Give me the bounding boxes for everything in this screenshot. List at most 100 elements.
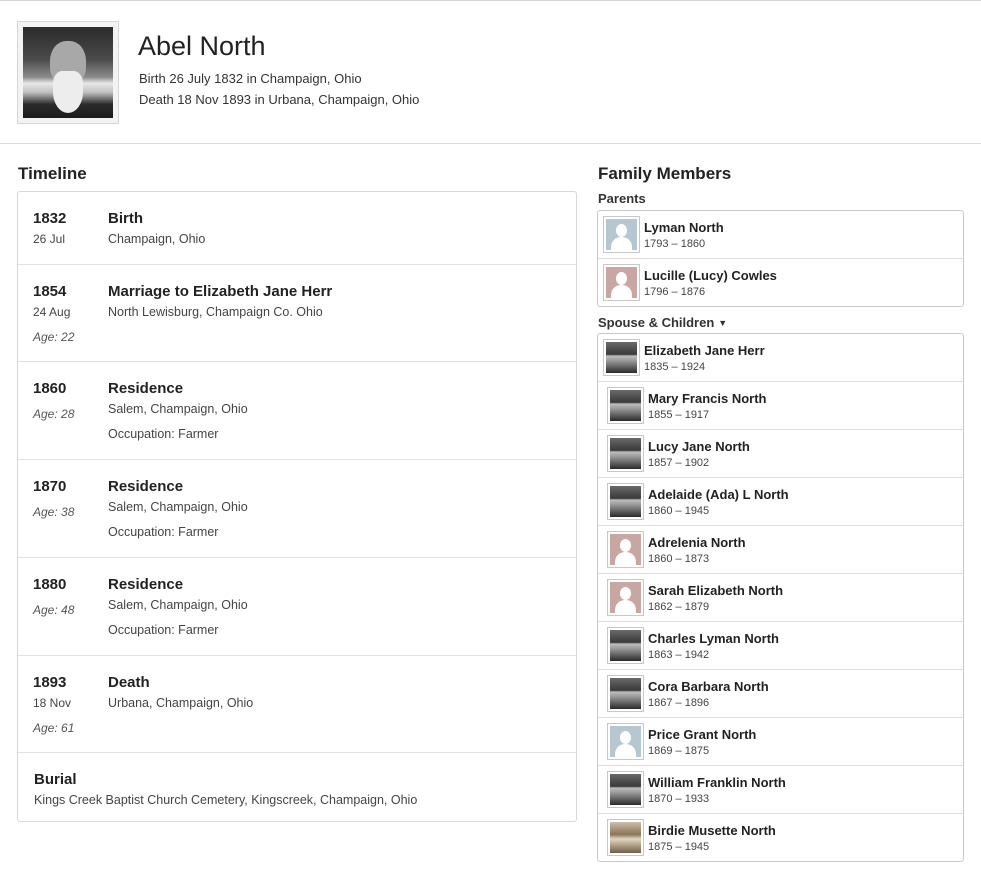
parent-item[interactable]: Lyman North 1793 – 1860 — [598, 211, 963, 259]
member-dates: 1835 – 1924 — [644, 361, 706, 373]
spouse-children-toggle[interactable]: Spouse & Children ▼ — [598, 315, 727, 330]
event-place: Salem, Champaign, Ohio — [108, 402, 248, 416]
child-item[interactable]: Mary Francis North 1855 – 1917 — [598, 382, 963, 430]
member-name: Cora Barbara North — [648, 679, 769, 694]
spouse-children-list: Elizabeth Jane Herr 1835 – 1924 Mary Fra… — [597, 333, 964, 862]
event-title[interactable]: Marriage to Elizabeth Jane Herr — [108, 283, 332, 300]
member-name: Mary Francis North — [648, 391, 767, 406]
birth-summary: Birth 26 July 1832 in Champaign, Ohio — [139, 71, 362, 86]
member-name: Lucille (Lucy) Cowles — [644, 268, 777, 283]
event-place: North Lewisburg, Champaign Co. Ohio — [108, 305, 323, 319]
person-header: Abel North Birth 26 July 1832 in Champai… — [0, 1, 981, 144]
event-occupation: Occupation: Farmer — [108, 427, 219, 441]
member-dates: 1867 – 1896 — [648, 697, 710, 709]
event-occupation: Occupation: Farmer — [108, 525, 219, 539]
member-dates: 1796 – 1876 — [644, 286, 706, 298]
parents-label: Parents — [598, 191, 646, 206]
event-age: Age: 28 — [33, 407, 75, 421]
event-title: Residence — [108, 576, 184, 593]
event-place: Champaign, Ohio — [108, 232, 206, 246]
event-year: 1880 — [33, 576, 67, 593]
timeline-event-residence-1860[interactable]: 1860 Age: 28 Residence Salem, Champaign,… — [18, 362, 576, 460]
photo-thumbnail — [607, 627, 644, 664]
member-dates: 1863 – 1942 — [648, 649, 710, 661]
photo-thumbnail — [607, 387, 644, 424]
event-age: Age: 38 — [33, 505, 75, 519]
photo-thumbnail — [603, 339, 640, 376]
caret-down-icon: ▼ — [718, 318, 728, 328]
event-title: Residence — [108, 380, 184, 397]
member-dates: 1855 – 1917 — [648, 409, 710, 421]
child-item[interactable]: William Franklin North 1870 – 1933 — [598, 766, 963, 814]
child-item[interactable]: Cora Barbara North 1867 – 1896 — [598, 670, 963, 718]
portrait-beard — [53, 71, 83, 113]
timeline-event-birth[interactable]: 1832 26 Jul Birth Champaign, Ohio — [18, 192, 576, 265]
member-dates: 1857 – 1902 — [648, 457, 710, 469]
female-silhouette-icon — [603, 264, 640, 301]
child-item[interactable]: Charles Lyman North 1863 – 1942 — [598, 622, 963, 670]
timeline-heading: Timeline — [18, 164, 87, 183]
event-date: 18 Nov — [33, 696, 72, 710]
photo-thumbnail — [607, 771, 644, 808]
timeline-event-burial[interactable]: Burial Kings Creek Baptist Church Cemete… — [18, 753, 576, 821]
child-item[interactable]: Birdie Musette North 1875 – 1945 — [598, 814, 963, 862]
member-name: Price Grant North — [648, 727, 757, 742]
timeline-event-marriage[interactable]: 1854 24 Aug Age: 22 Marriage to Elizabet… — [18, 265, 576, 362]
member-name: Sarah Elizabeth North — [648, 583, 784, 598]
female-silhouette-icon — [607, 531, 644, 568]
event-year: 1893 — [33, 674, 67, 691]
event-year: 1870 — [33, 478, 67, 495]
member-dates: 1860 – 1945 — [648, 505, 710, 517]
event-place: Salem, Champaign, Ohio — [108, 598, 248, 612]
member-name: Elizabeth Jane Herr — [644, 343, 765, 358]
photo-thumbnail — [607, 819, 644, 856]
burial-place: Kings Creek Baptist Church Cemetery, Kin… — [34, 793, 418, 807]
event-title: Residence — [108, 478, 184, 495]
spouse-children-label: Spouse & Children — [598, 315, 715, 330]
timeline-event-death[interactable]: 1893 18 Nov Age: 61 Death Urbana, Champa… — [18, 656, 576, 753]
photo-thumbnail — [607, 675, 644, 712]
photo-thumbnail — [607, 483, 644, 520]
member-name: Adelaide (Ada) L North — [648, 487, 789, 502]
death-summary: Death 18 Nov 1893 in Urbana, Champaign, … — [139, 92, 420, 107]
child-item[interactable]: Lucy Jane North 1857 – 1902 — [598, 430, 963, 478]
event-place: Salem, Champaign, Ohio — [108, 500, 248, 514]
member-dates: 1860 – 1873 — [648, 553, 710, 565]
child-item[interactable]: Adelaide (Ada) L North 1860 – 1945 — [598, 478, 963, 526]
member-name: Adrelenia North — [648, 535, 746, 550]
child-item[interactable]: Price Grant North 1869 – 1875 — [598, 718, 963, 766]
event-year: 1854 — [33, 283, 67, 300]
event-title: Death — [108, 674, 150, 691]
child-item[interactable]: Sarah Elizabeth North 1862 – 1879 — [598, 574, 963, 622]
person-portrait[interactable] — [17, 21, 119, 124]
timeline-event-residence-1870[interactable]: 1870 Age: 38 Residence Salem, Champaign,… — [18, 460, 576, 558]
male-silhouette-icon — [603, 216, 640, 253]
photo-thumbnail — [607, 435, 644, 472]
event-occupation: Occupation: Farmer — [108, 623, 219, 637]
member-name: William Franklin North — [648, 775, 786, 790]
portrait-image — [23, 27, 113, 118]
event-age: Age: 48 — [33, 603, 75, 617]
event-year: 1860 — [33, 380, 67, 397]
parent-item[interactable]: Lucille (Lucy) Cowles 1796 – 1876 — [598, 259, 963, 307]
event-date: 24 Aug — [33, 305, 71, 319]
burial-title: Burial — [34, 771, 77, 788]
member-dates: 1870 – 1933 — [648, 793, 710, 805]
event-place: Urbana, Champaign, Ohio — [108, 696, 254, 710]
timeline-event-residence-1880[interactable]: 1880 Age: 48 Residence Salem, Champaign,… — [18, 558, 576, 656]
member-name: Charles Lyman North — [648, 631, 779, 646]
member-dates: 1862 – 1879 — [648, 601, 710, 613]
member-name: Birdie Musette North — [648, 823, 776, 838]
member-dates: 1875 – 1945 — [648, 841, 710, 853]
member-dates: 1869 – 1875 — [648, 745, 710, 757]
member-name: Lucy Jane North — [648, 439, 750, 454]
female-silhouette-icon — [607, 579, 644, 616]
male-silhouette-icon — [607, 723, 644, 760]
event-age: Age: 61 — [33, 721, 75, 735]
event-age: Age: 22 — [33, 330, 75, 344]
family-members-heading: Family Members — [598, 164, 732, 183]
timeline-panel: 1832 26 Jul Birth Champaign, Ohio 1854 2… — [17, 191, 577, 822]
spouse-item[interactable]: Elizabeth Jane Herr 1835 – 1924 — [598, 334, 963, 382]
child-item[interactable]: Adrelenia North 1860 – 1873 — [598, 526, 963, 574]
event-title: Birth — [108, 210, 143, 227]
